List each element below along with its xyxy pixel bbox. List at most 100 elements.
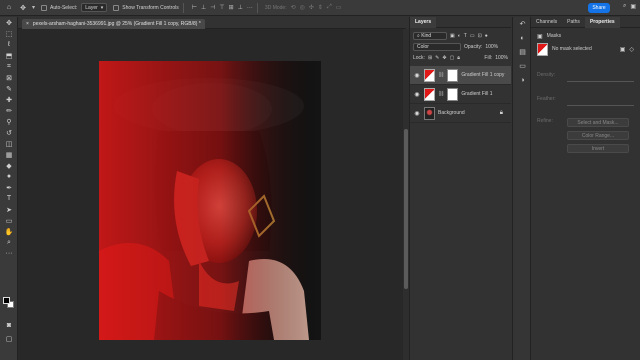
object-select-tool-icon[interactable]: ⬒ xyxy=(0,50,18,61)
search-icon[interactable]: ⌕ xyxy=(623,3,626,10)
3d-slide-icon[interactable]: ⇕ xyxy=(318,4,323,11)
dodge-tool-icon[interactable]: ● xyxy=(0,171,18,182)
gradient-thumbnail xyxy=(424,87,435,101)
vector-mask-icon[interactable]: ◇ xyxy=(629,46,634,53)
chevron-down-icon[interactable]: ▾ xyxy=(32,4,35,11)
transform-controls-checkbox[interactable] xyxy=(113,4,120,11)
pixel-mask-icon[interactable]: ▣ xyxy=(620,46,626,53)
3d-rotate-icon[interactable]: ⟲ xyxy=(291,4,296,11)
layer-row-gradient-fill-1[interactable]: ◉ ⛓︎ Gradient Fill 1 xyxy=(410,85,511,104)
history-icon[interactable]: ↶ xyxy=(513,17,532,31)
tab-layers[interactable]: Layers xyxy=(410,16,437,28)
align-right-icon[interactable]: ⊣ xyxy=(210,4,215,11)
lock-all-icon[interactable]: 🔒︎ xyxy=(457,55,460,61)
layer-row-gradient-fill-1-copy[interactable]: ◉ ⛓︎ Gradient Fill 1 copy xyxy=(410,66,511,85)
document-image[interactable] xyxy=(99,61,321,340)
lock-pixels-icon[interactable]: ⊞ xyxy=(428,55,432,61)
visibility-eye-icon[interactable]: ◉ xyxy=(413,91,421,98)
layer-mask-thumbnail[interactable] xyxy=(447,87,459,101)
layer-filter-dropdown[interactable]: ⌕ Kind xyxy=(413,31,447,40)
brush-tool-icon[interactable]: ✏ xyxy=(0,105,18,116)
select-and-mask-button[interactable]: Select and Mask... xyxy=(567,118,629,127)
fill-value[interactable]: 100% xyxy=(495,55,508,61)
gradient-tool-icon[interactable]: ▦ xyxy=(0,149,18,160)
crop-tool-icon[interactable]: ⌗ xyxy=(0,61,18,72)
filter-shape-icon[interactable]: ▭ xyxy=(470,33,475,39)
lock-position-icon[interactable]: ✥ xyxy=(442,55,446,61)
foreground-color-swatch[interactable] xyxy=(3,297,10,304)
filter-adjustment-icon[interactable]: ◐ xyxy=(458,33,461,39)
scrollbar-thumb[interactable] xyxy=(404,129,408,289)
align-middle-icon[interactable]: ⊞ xyxy=(229,4,234,11)
path-select-icon[interactable]: ➤ xyxy=(0,204,18,215)
3d-drag-icon[interactable]: ✣ xyxy=(309,4,314,11)
healing-brush-icon[interactable]: ✚ xyxy=(0,94,18,105)
color-icon[interactable]: ◐ xyxy=(513,31,532,45)
tab-paths[interactable]: Paths xyxy=(562,17,585,28)
home-icon[interactable]: ⌂ xyxy=(4,3,14,13)
align-center-icon[interactable]: ⊥ xyxy=(201,4,206,11)
zoom-tool-icon[interactable]: ⌕ xyxy=(0,237,18,248)
more-options-icon[interactable]: ··· xyxy=(247,5,253,11)
tab-channels[interactable]: Channels xyxy=(531,17,562,28)
video-icon[interactable]: ▭ xyxy=(336,4,342,11)
invert-button[interactable]: Invert xyxy=(567,144,629,153)
layer-row-background[interactable]: ◉ Background 🔒︎ xyxy=(410,104,511,123)
more-tools-icon[interactable]: ··· xyxy=(0,248,18,259)
lock-icon[interactable]: 🔒︎ xyxy=(500,110,503,117)
filter-type-icon[interactable]: T xyxy=(464,33,467,39)
visibility-eye-icon[interactable]: ◉ xyxy=(413,110,421,117)
frame-tool-icon[interactable]: ⊠ xyxy=(0,72,18,83)
color-range-button[interactable]: Color Range... xyxy=(567,131,629,140)
tab-properties[interactable]: Properties xyxy=(584,16,620,28)
blur-tool-icon[interactable]: ◆ xyxy=(0,160,18,171)
share-button[interactable]: Share xyxy=(588,3,610,13)
filter-pixel-icon[interactable]: ▣ xyxy=(450,33,455,39)
link-icon: ⛓︎ xyxy=(438,72,445,78)
adjustments-icon[interactable]: ◑ xyxy=(513,73,532,87)
rectangle-tool-icon[interactable]: ▭ xyxy=(0,215,18,226)
eraser-tool-icon[interactable]: ◫ xyxy=(0,138,18,149)
visibility-eye-icon[interactable]: ◉ xyxy=(413,72,421,79)
color-swatches[interactable] xyxy=(3,297,15,309)
density-slider[interactable] xyxy=(567,81,634,82)
screen-mode-icon[interactable]: ▢ xyxy=(0,333,18,344)
document-title: pexels-arsham-haghani-3536991.jpg @ 25% … xyxy=(32,21,201,27)
type-tool-icon[interactable]: T xyxy=(0,193,18,204)
canvas-area[interactable] xyxy=(18,29,403,360)
history-brush-icon[interactable]: ↺ xyxy=(0,127,18,138)
align-top-icon[interactable]: ⊤ xyxy=(219,4,224,11)
chevron-down-icon: ▾ xyxy=(100,4,104,11)
move-tool-icon[interactable]: ✥ xyxy=(18,3,28,13)
clone-stamp-icon[interactable]: ⚲ xyxy=(0,116,18,127)
hand-tool-icon[interactable]: ✋ xyxy=(0,226,18,237)
lasso-tool-icon[interactable]: ℓ xyxy=(0,39,18,50)
layer-mask-thumbnail[interactable] xyxy=(447,68,459,82)
comments-icon[interactable]: ▭ xyxy=(513,59,532,73)
eyedropper-tool-icon[interactable]: ✎ xyxy=(0,83,18,94)
lock-image-icon[interactable]: ✎ xyxy=(435,55,439,61)
align-bottom-icon[interactable]: ⊥ xyxy=(238,4,243,11)
mask-status-row: No mask selected ▣ ◇ xyxy=(531,42,640,56)
3d-scale-icon[interactable]: ⤢ xyxy=(327,4,332,11)
lock-artboard-icon[interactable]: ▢ xyxy=(450,55,455,61)
auto-select-checkbox[interactable] xyxy=(41,4,48,11)
move-tool-icon[interactable]: ✥ xyxy=(0,17,18,28)
pen-tool-icon[interactable]: ✒ xyxy=(0,182,18,193)
auto-select-dropdown[interactable]: Layer ▾ xyxy=(81,3,108,12)
blend-mode-dropdown[interactable]: Color xyxy=(413,42,461,51)
align-left-icon[interactable]: ⊢ xyxy=(192,4,197,11)
libraries-icon[interactable]: ▤ xyxy=(513,45,532,59)
filter-smart-object-icon[interactable]: ⊡ xyxy=(478,33,482,39)
document-tab[interactable]: × pexels-arsham-haghani-3536991.jpg @ 25… xyxy=(22,19,205,29)
opacity-value[interactable]: 100% xyxy=(485,44,498,50)
transform-controls-label: Show Transform Controls xyxy=(122,4,179,11)
filter-toggle-icon[interactable]: ● xyxy=(485,33,488,39)
marquee-tool-icon[interactable]: ⬚ xyxy=(0,28,18,39)
quick-mask-icon[interactable]: ◙ xyxy=(0,320,18,331)
3d-roll-icon[interactable]: ◎ xyxy=(300,4,305,11)
feather-label: Feather: xyxy=(537,96,556,102)
workspace-icon[interactable]: ▣ xyxy=(630,3,636,10)
document-close-icon[interactable]: × xyxy=(26,21,29,27)
feather-slider[interactable] xyxy=(567,105,634,106)
